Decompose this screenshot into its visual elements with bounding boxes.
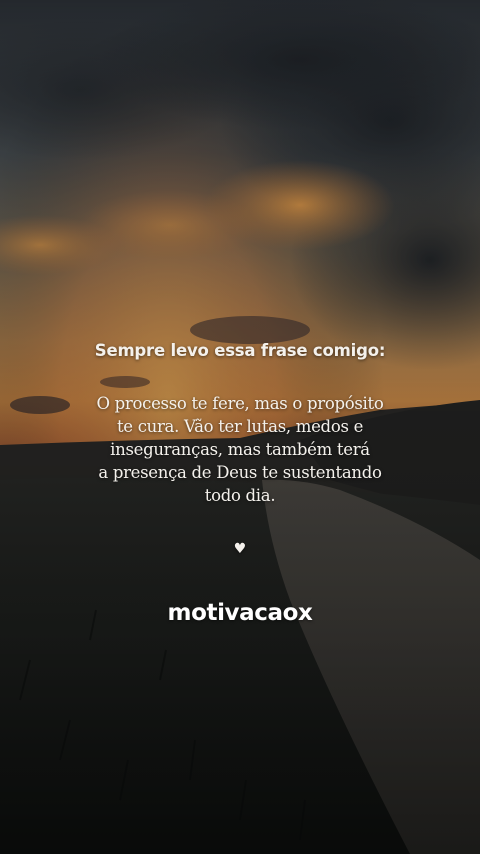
quote-line: a presença de Deus te sustentando — [98, 463, 382, 482]
quote-line: todo dia. — [204, 486, 276, 505]
quote-body: O processo te fere, mas o propósito te c… — [0, 392, 480, 507]
quote-line: te cura. Vão ter lutas, medos e — [116, 417, 364, 436]
author-handle: motivacaox — [167, 600, 313, 626]
heart-icon: ♥ — [233, 541, 247, 557]
quote-line: O processo te fere, mas o propósito — [96, 394, 384, 413]
story-frame: Sempre levo essa frase comigo: O process… — [0, 0, 480, 854]
quote-heading: Sempre levo essa frase comigo: — [94, 341, 386, 360]
quote-line: inseguranças, mas também terá — [110, 440, 370, 459]
